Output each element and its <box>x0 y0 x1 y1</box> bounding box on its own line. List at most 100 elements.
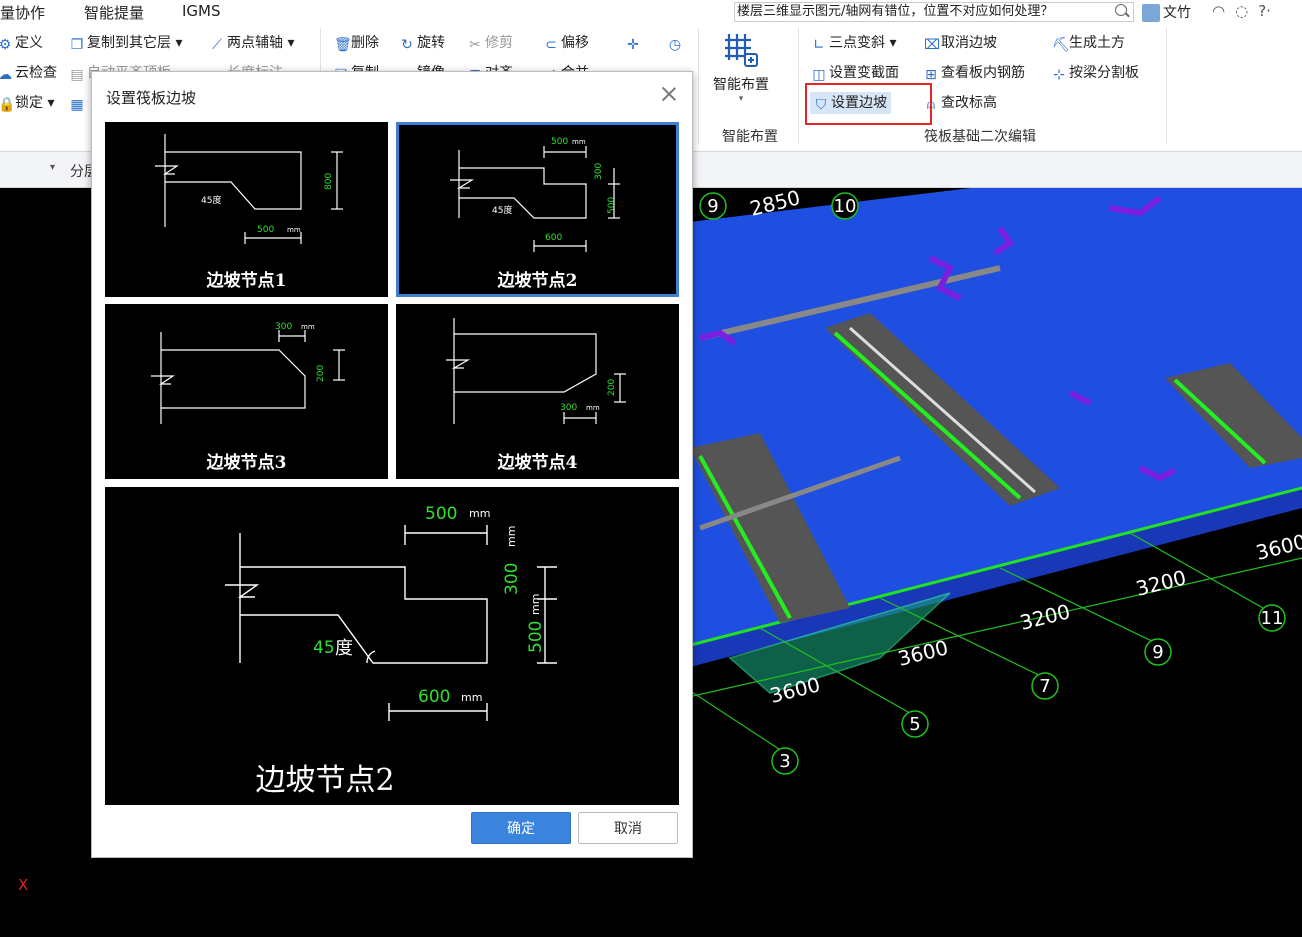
elevation-icon: ⍝ <box>926 97 936 113</box>
option-caption: 边坡节点2 <box>497 271 578 291</box>
menu-item-igms[interactable]: IGMS <box>182 2 221 20</box>
view-slab-rebar-button[interactable]: ⊞ 查看板内钢筋 <box>924 62 1025 84</box>
option-caption: 边坡节点4 <box>497 453 578 473</box>
slope-node-option-3[interactable]: 300 mm 200 边坡节点3 <box>105 304 388 479</box>
axis-label: 10 <box>834 196 857 217</box>
trim-button[interactable]: ✂ 修剪 <box>468 32 513 54</box>
unit-label: mm <box>505 526 518 547</box>
avatar <box>1142 4 1160 22</box>
search-icon[interactable] <box>1115 4 1127 16</box>
help-search-input[interactable]: 楼层三维显示图元/轴网有错位，位置不对应如何处理？ <box>734 2 1134 22</box>
trash-icon: 🗑 <box>334 37 352 53</box>
menu-item-smart-quantity[interactable]: 智能提量 <box>84 2 144 23</box>
define-button[interactable]: ⚙ 定义 <box>0 32 43 54</box>
dim-label: 300 <box>275 322 292 332</box>
axis-label: 3 <box>779 751 790 772</box>
chevron-down-icon[interactable]: ▾ <box>50 162 55 173</box>
define-icon: ⚙ <box>0 37 12 53</box>
generate-earthwork-button[interactable]: ⛏生成土方 <box>1052 32 1125 54</box>
chevron-down-icon: ▾ <box>738 94 744 104</box>
dimension-label: 3200 <box>1133 565 1188 601</box>
help-icon[interactable]: ?· <box>1258 2 1271 20</box>
unit-label: mm <box>461 691 482 704</box>
set-raft-slope-dialog: 设置筏板边坡 500 mm 800 45度 边坡节点1 500 mm 600 3… <box>91 71 693 858</box>
dimension-label: 3600 <box>895 635 950 671</box>
split-icon: ⊹ <box>1053 67 1065 83</box>
layer-icon: ▦ <box>70 97 84 113</box>
user-account[interactable]: 文竹 <box>1142 2 1191 22</box>
dim-label: 600 <box>545 233 562 243</box>
rebar-icon: ⊞ <box>925 67 937 83</box>
unit-label: mm <box>572 138 586 146</box>
lock-button[interactable]: 🔒锁定 ▾ <box>0 92 54 114</box>
cancel-slope-icon: ⌧ <box>924 37 941 53</box>
dim-label: 500 <box>607 197 617 214</box>
help-search-text: 楼层三维显示图元/轴网有错位，位置不对应如何处理？ <box>737 4 1054 19</box>
dim-label-top: 500 <box>425 504 457 524</box>
split-by-beam-button[interactable]: ⊹ 按梁分割板 <box>1052 62 1139 84</box>
slope-node-option-4[interactable]: 300 mm 200 边坡节点4 <box>396 304 679 479</box>
axis-label: 7 <box>1039 676 1050 697</box>
gauge-icon: ◷ <box>668 37 682 53</box>
dim-label: 500 <box>551 137 568 147</box>
smart-layout-button[interactable]: 智能布置 ▾ <box>706 30 776 122</box>
variable-section-icon: ◫ <box>812 67 826 83</box>
axis-label: 5 <box>909 714 920 735</box>
copy-floor-icon: ❐ <box>70 37 84 53</box>
crosshair-icon: ✛ <box>627 37 639 53</box>
dim-label: 300 <box>560 403 577 413</box>
unit-label: mm <box>469 507 490 520</box>
three-point-slope-icon: ∟ <box>813 37 825 53</box>
offset-icon: ⊂ <box>545 37 557 53</box>
slope-node-preview: 500 mm mm 300 mm 500 600 mm 45 度 边坡节点2 <box>105 487 679 805</box>
layer-tool-button[interactable]: ▦ <box>70 92 87 114</box>
two-point-axis-button[interactable]: ⟋ 两点辅轴 ▾ <box>210 32 294 54</box>
angle-value: 45 <box>313 638 335 658</box>
delete-button[interactable]: 🗑删除 <box>334 32 379 54</box>
chat-icon[interactable]: ◌ <box>1235 2 1248 20</box>
copy-to-other-floor-button[interactable]: ❐ 复制到其它层 ▾ <box>70 32 183 54</box>
rotate-button[interactable]: ↻ 旋转 <box>400 32 445 54</box>
dialog-title: 设置筏板边坡 <box>106 89 197 107</box>
dimension-label: 3200 <box>1017 599 1072 635</box>
set-slope-button[interactable]: ⛉ 设置边坡 <box>810 92 891 114</box>
cancel-slope-button[interactable]: ⌧取消边坡 <box>924 32 997 54</box>
separator <box>1166 28 1167 144</box>
axis-label: 9 <box>1152 642 1163 663</box>
slope-node-option-2[interactable]: 500 mm 600 300 500 45度 边坡节点2 <box>396 122 679 297</box>
axis-label: 9 <box>707 196 718 217</box>
close-icon[interactable] <box>660 85 678 103</box>
preview-caption: 边坡节点2 <box>255 763 395 798</box>
option-caption: 边坡节点3 <box>206 453 287 473</box>
menu-item-collab[interactable]: 量协作 <box>0 2 45 23</box>
three-point-slope-button[interactable]: ∟ 三点变斜 ▾ <box>812 32 896 54</box>
cloud-check-icon: ☁ <box>0 67 12 83</box>
dim-label-right-lower: 500 <box>526 621 546 653</box>
ok-button[interactable]: 确定 <box>471 812 571 844</box>
cancel-button[interactable]: 取消 <box>578 812 678 844</box>
unit-label: mm <box>287 226 301 234</box>
slope-node-option-1[interactable]: 500 mm 800 45度 边坡节点1 <box>105 122 388 297</box>
dim-label: 300 <box>594 163 604 180</box>
break-point-button[interactable]: ✛ <box>626 32 643 54</box>
user-name: 文竹 <box>1163 5 1191 21</box>
measure-angle-button[interactable]: ◷ <box>668 32 685 54</box>
dim-label-bottom: 600 <box>418 687 450 707</box>
edit-elevation-button[interactable]: ⍝ 查改标高 <box>924 92 997 114</box>
rotate-icon: ↻ <box>401 37 413 53</box>
dim-label-right-upper: 300 <box>502 563 522 595</box>
set-variable-section-button[interactable]: ◫ 设置变截面 <box>812 62 899 84</box>
axis-indicator-x: X <box>18 876 29 894</box>
dim-label: 500 <box>257 225 274 235</box>
cloud-check-button[interactable]: ☁ 云检查 <box>0 62 57 84</box>
unit-label: mm <box>529 594 542 615</box>
angle-unit: 度 <box>335 638 353 659</box>
headset-icon[interactable]: ◠ <box>1212 2 1225 20</box>
set-slope-icon: ⛉ <box>815 97 827 113</box>
menu-bar: 量协作 智能提量 IGMS 楼层三维显示图元/轴网有错位，位置不对应如何处理？ … <box>0 0 1302 24</box>
group-label-smart-layout: 智能布置 <box>722 129 778 145</box>
unit-label: mm <box>301 323 315 331</box>
top-right-icons: ◠ ◌ ?· <box>1212 2 1281 22</box>
offset-button[interactable]: ⊂ 偏移 <box>544 32 589 54</box>
trim-icon: ✂ <box>469 37 481 53</box>
